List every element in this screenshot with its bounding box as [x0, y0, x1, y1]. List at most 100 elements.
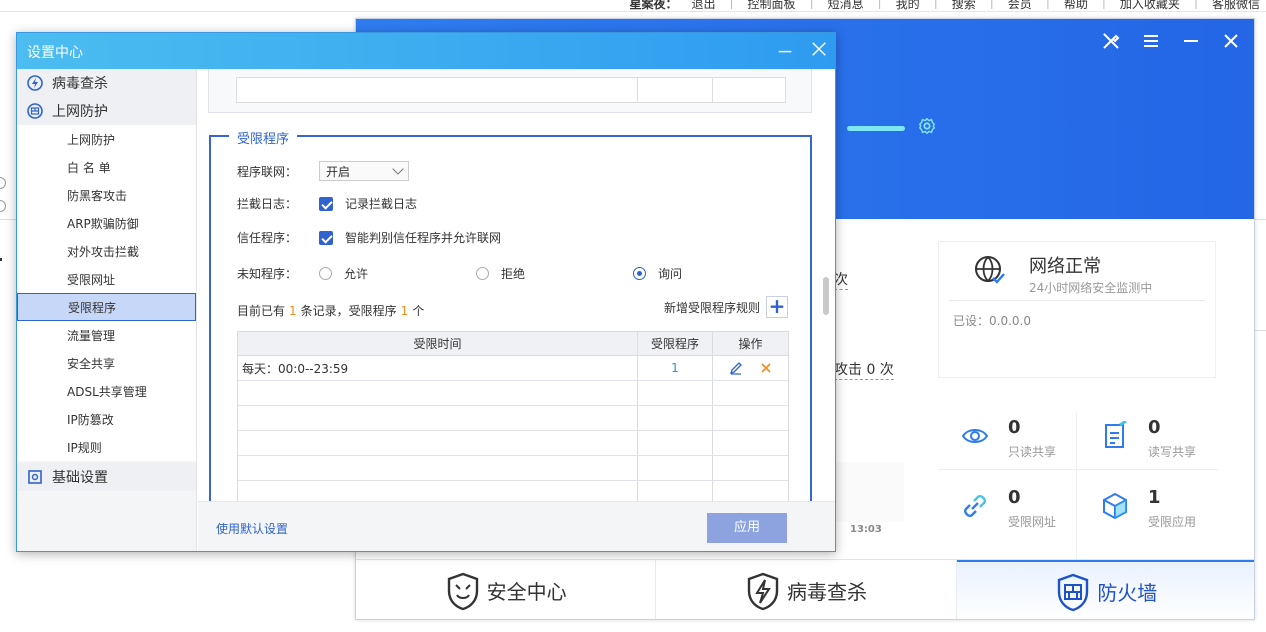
sidebar-group-web[interactable]: 上网防护 [17, 97, 196, 125]
stat-readonly-share[interactable]: 0 只读共享 [938, 409, 1078, 469]
content-scrollbar[interactable] [820, 69, 832, 501]
apply-button[interactable]: 应用 [707, 513, 787, 543]
bg-link-favorite[interactable]: 加入收藏夹 [1120, 0, 1180, 11]
link-icon [964, 495, 986, 517]
attack-count-fragment[interactable]: 攻击 0 次 [834, 359, 894, 380]
radio-button[interactable] [476, 267, 489, 280]
field-label: 程序联网： [237, 164, 298, 179]
bg-divider [1255, 330, 1266, 331]
close-icon [812, 42, 826, 56]
stat-label: 只读共享 [1008, 445, 1057, 459]
bg-radio[interactable] [0, 200, 6, 212]
bg-link-control-panel[interactable]: 控制面板 [748, 0, 796, 11]
bg-link-mine[interactable]: 我的 [896, 0, 920, 11]
sidebar-item-secure-share[interactable]: 安全共享 [17, 349, 196, 377]
previous-section-table [208, 69, 812, 113]
sidebar-item-anti-hacker[interactable]: 防黑客攻击 [17, 181, 196, 209]
close-button[interactable] [807, 39, 831, 63]
radio-ask[interactable]: 询问 [633, 265, 790, 282]
bg-link-help[interactable]: 帮助 [1064, 0, 1088, 11]
edit-icon[interactable] [729, 361, 743, 375]
close-icon[interactable] [1220, 31, 1242, 51]
checkbox-label[interactable]: 记录拦截日志 [345, 195, 417, 212]
lightning-shield-icon [747, 572, 779, 610]
bg-radio[interactable] [0, 177, 6, 189]
network-ip-label: 已设：0.0.0.0 [953, 314, 1031, 328]
sidebar-item-restricted-program[interactable]: 受限程序 [17, 293, 196, 321]
bg-link-logout[interactable]: 退出 [691, 0, 715, 11]
sidebar-item-ip-tamper[interactable]: IP防篡改 [17, 405, 196, 433]
add-rule-label[interactable]: 新增受限程序规则 [664, 299, 760, 316]
sidebar-item-adsl[interactable]: ADSL共享管理 [17, 377, 196, 405]
virus-scan-icon [27, 75, 43, 91]
stat-restricted-app[interactable]: 1 受限应用 [1078, 479, 1218, 539]
chevron-down-icon [392, 163, 404, 175]
table-row [238, 456, 788, 481]
sidebar-item-arp[interactable]: ARP欺骗防御 [17, 209, 196, 237]
rule-program-count[interactable]: 1 [638, 356, 713, 380]
radio-allow[interactable]: 允许 [319, 265, 476, 282]
stat-num: 0 [1008, 417, 1021, 438]
column-header: 操作 [738, 337, 763, 351]
stats-grid: 0 只读共享 0 读写共享 0 受限网址 1 受限应用 [938, 409, 1238, 563]
stat-num: 0 [1008, 487, 1021, 508]
tab-firewall[interactable]: 防火墙 [956, 560, 1254, 619]
trusted-program-checkbox[interactable] [319, 230, 333, 245]
bg-link-wechat[interactable]: 客服微信 [1212, 0, 1260, 11]
sidebar-item-traffic[interactable]: 流量管理 [17, 321, 196, 349]
stat-label: 受限网址 [1008, 515, 1057, 529]
sidebar-group-basic[interactable]: 基础设置 [17, 463, 196, 491]
gear-icon[interactable] [918, 117, 936, 135]
bg-link-member[interactable]: 会员 [1008, 0, 1032, 11]
radio-deny[interactable]: 拒绝 [476, 265, 633, 282]
stat-label: 受限应用 [1148, 515, 1197, 529]
row-program-network: 程序联网： 开启 [237, 161, 409, 181]
section-title: 受限程序 [229, 128, 298, 147]
radio-button[interactable] [319, 267, 332, 280]
tab-label: 病毒查杀 [786, 580, 867, 604]
bg-username: 星案夜： [629, 0, 678, 11]
tab-virus-scan[interactable]: 病毒查杀 [656, 560, 957, 619]
sidebar-group-label: 病毒查杀 [52, 76, 108, 92]
program-network-select[interactable]: 开启 [319, 161, 409, 181]
dialog-titlebar[interactable]: 设置中心 [17, 33, 835, 69]
summary-text: 条记录，受限程序 [300, 304, 397, 318]
sidebar-item-ip-rules[interactable]: IP规则 [17, 433, 196, 461]
checkbox-label[interactable]: 智能判别信任程序并允许联网 [345, 229, 501, 246]
settings-sidebar: 病毒查杀 上网防护 上网防护 白 名 单 防黑客攻击 ARP欺骗防御 对外攻击拦… [17, 69, 197, 551]
reset-defaults-link[interactable]: 使用默认设置 [216, 520, 288, 537]
globe-check-icon [975, 256, 1005, 284]
sidebar-item-whitelist[interactable]: 白 名 单 [17, 153, 196, 181]
tab-label: 防火墙 [1097, 581, 1158, 605]
tab-security-center[interactable]: 安全中心 [356, 560, 657, 619]
sidebar-item-outbound-block[interactable]: 对外攻击拦截 [17, 237, 196, 265]
radio-label: 允许 [344, 267, 369, 281]
block-log-checkbox[interactable] [319, 196, 333, 211]
divider [949, 300, 1205, 301]
restricted-program-section: 受限程序 程序联网： 开启 拦截日志： 记录拦截日志 信任程序： 智能判别信任程… [209, 128, 812, 501]
background-toolbar: 星案夜： 退出 | 控制面板 | 短消息 | 我的 | 搜索 | 会员 | 帮助… [0, 0, 1266, 12]
tab-label: 安全中心 [486, 580, 567, 604]
basic-settings-icon [28, 470, 42, 484]
dialog-title: 设置中心 [27, 45, 83, 61]
intercept-count-fragment[interactable]: 次 [834, 269, 848, 290]
summary-text: 个 [412, 304, 425, 318]
delete-icon[interactable] [759, 361, 773, 375]
stat-readwrite-share[interactable]: 0 读写共享 [1078, 409, 1218, 469]
sidebar-item-web-protect[interactable]: 上网防护 [17, 125, 196, 153]
menu-icon[interactable] [1140, 31, 1162, 51]
minimize-icon[interactable] [1180, 31, 1202, 51]
bg-link-messages[interactable]: 短消息 [828, 0, 864, 11]
table-row: 每天：00:0--23:59 1 [238, 356, 788, 381]
stat-restricted-url[interactable]: 0 受限网址 [938, 479, 1078, 539]
sidebar-item-restricted-url[interactable]: 受限网址 [17, 265, 196, 293]
minimize-button[interactable] [773, 39, 797, 63]
tools-icon[interactable] [1100, 31, 1122, 51]
radio-button[interactable] [633, 267, 646, 280]
eye-icon [961, 429, 989, 443]
add-rule-button[interactable]: + [766, 296, 788, 318]
stat-num: 0 [1148, 417, 1161, 438]
scroll-thumb[interactable] [823, 277, 829, 315]
bg-link-search[interactable]: 搜索 [952, 0, 976, 11]
sidebar-group-virus[interactable]: 病毒查杀 [17, 69, 196, 97]
